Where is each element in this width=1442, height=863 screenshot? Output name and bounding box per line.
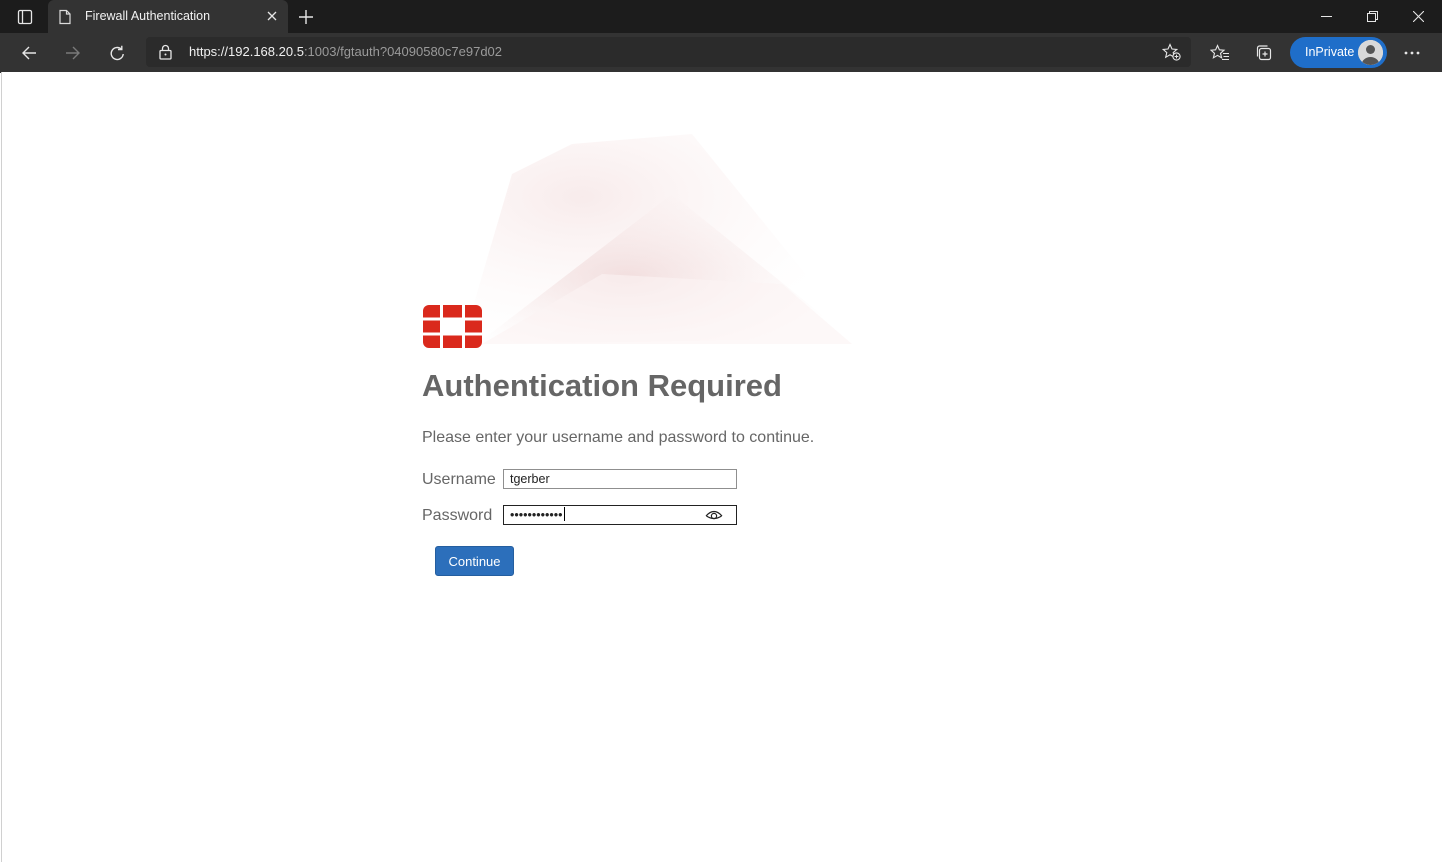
refresh-button[interactable] [103,39,131,67]
forward-arrow-icon [66,46,80,60]
close-window-icon [1412,11,1424,22]
refresh-icon [110,45,124,60]
browser-titlebar: Firewall Authentication [0,0,1442,33]
plus-icon [299,10,313,24]
back-arrow-icon [22,46,36,60]
forward-button[interactable] [59,39,87,67]
text-caret [563,507,565,521]
username-label: Username [422,471,496,488]
more-icon [1404,51,1420,55]
collections-button[interactable] [1252,41,1276,65]
address-bar[interactable]: https://192.168.20.5:1003/fgtauth?040905… [146,37,1191,67]
profile-avatar-icon [1358,40,1383,65]
password-label: Password [422,507,493,524]
fortinet-logo [423,305,482,348]
instructions-text: Please enter your username and password … [422,429,815,446]
more-button[interactable] [1400,41,1424,65]
username-value: tgerber [510,472,550,486]
tab-title: Firewall Authentication [85,9,211,23]
favorites-button[interactable] [1208,41,1232,65]
decorative-swoosh [462,134,862,344]
collections-icon [1256,45,1272,61]
inprivate-button[interactable]: InPrivate [1290,37,1387,68]
password-value: •••••••••••• [510,508,563,522]
browser-tab[interactable]: Firewall Authentication [48,0,288,33]
page-title: Authentication Required [422,368,782,403]
page-content: Authentication Required Please enter you… [1,72,1442,862]
lock-icon[interactable] [159,44,172,60]
browser-toolbar: https://192.168.20.5:1003/fgtauth?040905… [0,33,1442,73]
tab-actions-button[interactable] [12,5,38,29]
url-host: https://192.168.20.5 [189,44,304,59]
inprivate-label: InPrivate [1305,45,1355,59]
restore-button[interactable] [1349,0,1395,33]
eye-icon[interactable] [705,509,723,521]
page-icon [59,9,71,25]
minimize-button[interactable] [1303,0,1349,33]
favorites-icon [1210,44,1229,61]
close-window-button[interactable] [1395,0,1441,33]
star-add-icon[interactable] [1162,43,1181,61]
url-text[interactable]: https://192.168.20.5:1003/fgtauth?040905… [189,44,502,59]
close-tab-button[interactable] [264,8,280,24]
restore-icon [1366,11,1378,22]
close-icon [267,11,277,21]
continue-button[interactable]: Continue [435,546,514,576]
username-field[interactable]: tgerber [503,469,737,489]
new-tab-button[interactable] [296,7,316,27]
password-field[interactable]: •••••••••••• [503,505,737,525]
avatar [1358,40,1383,65]
tab-actions-icon [17,9,33,25]
back-button[interactable] [15,39,43,67]
minimize-icon [1320,16,1332,17]
url-path: :1003/fgtauth?04090580c7e97d02 [303,44,503,59]
